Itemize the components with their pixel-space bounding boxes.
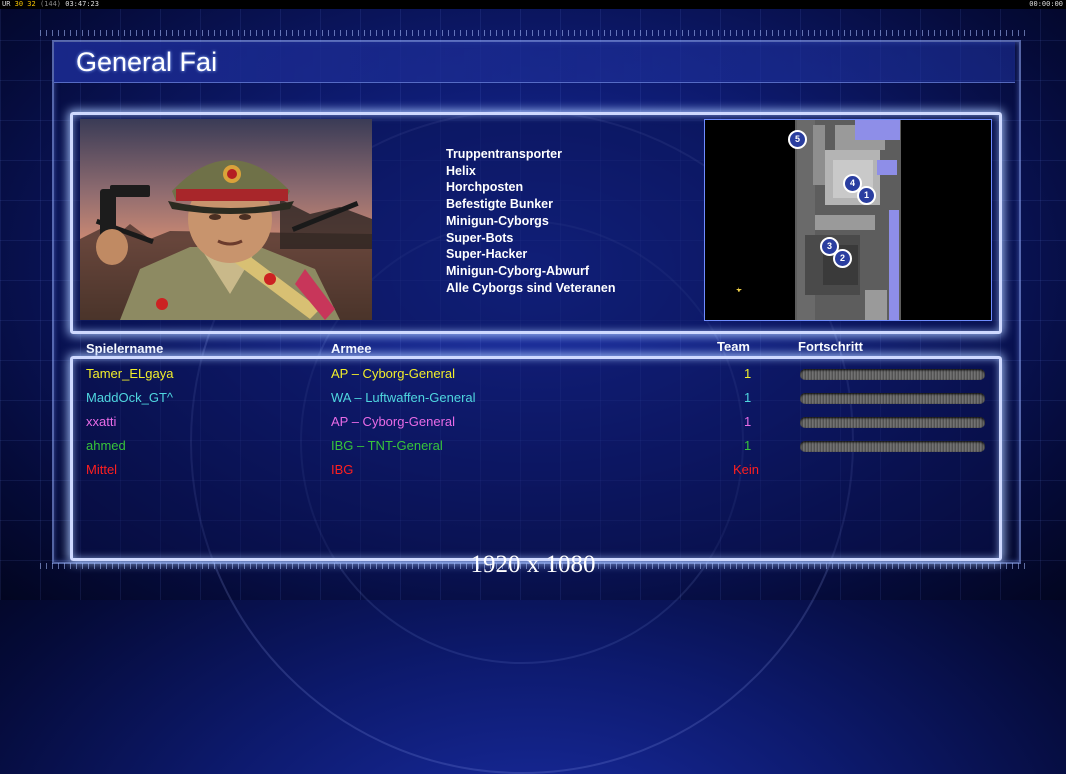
player-row: Tamer_ELgaya AP – Cyborg-General 1 bbox=[0, 366, 1066, 390]
progress-bar bbox=[800, 417, 985, 428]
start-position-marker: 1 bbox=[857, 186, 876, 205]
progress-bar bbox=[800, 393, 985, 404]
player-team: 1 bbox=[744, 414, 752, 429]
player-army: IBG – TNT-General bbox=[331, 438, 443, 453]
column-header-team: Team bbox=[717, 339, 750, 354]
hud-nums: 30 32 bbox=[14, 0, 36, 8]
player-team: Kein bbox=[733, 462, 760, 477]
player-row: ahmed IBG – TNT-General 1 bbox=[0, 438, 1066, 462]
general-title: General Fai bbox=[76, 47, 218, 77]
player-name: xxatti bbox=[86, 414, 117, 429]
player-name: MaddOck_GT^ bbox=[86, 390, 174, 405]
unit-item: Truppentransporter bbox=[446, 147, 562, 161]
unit-item: Befestigte Bunker bbox=[446, 197, 553, 212]
player-army: AP – Cyborg-General bbox=[331, 414, 456, 429]
progress-bar bbox=[800, 369, 985, 380]
hud-bracket: (144) bbox=[39, 0, 62, 8]
general-portrait bbox=[80, 119, 372, 320]
unit-item: Horchposten bbox=[446, 180, 524, 195]
minimap: 5 4 1 3 2 bbox=[704, 119, 992, 321]
unit-item: Minigun-Cyborg-Abwurf bbox=[446, 263, 590, 278]
player-team: 1 bbox=[744, 366, 752, 381]
player-team: 1 bbox=[744, 390, 752, 405]
resolution-label: 1920 x 1080 bbox=[470, 551, 596, 578]
player-army: AP – Cyborg-General bbox=[331, 366, 456, 381]
player-row: xxatti AP – Cyborg-General 1 bbox=[0, 414, 1066, 438]
unit-item: Super-Hacker bbox=[446, 247, 528, 262]
player-name: Mittel bbox=[86, 462, 118, 477]
player-name: Tamer_ELgaya bbox=[86, 366, 174, 381]
player-team: 1 bbox=[744, 438, 752, 453]
hud-right-time: 00:00:00 bbox=[1029, 0, 1063, 8]
player-army: WA – Luftwaffen-General bbox=[331, 390, 476, 405]
start-position-marker: 5 bbox=[788, 130, 807, 149]
hud-left-time: 03:47:23 bbox=[65, 0, 99, 8]
hud-left-readout: UR 30 32 (144) 03:47:23 bbox=[2, 0, 99, 9]
column-header-name: Spielername bbox=[86, 341, 164, 356]
unit-item: Minigun-Cyborgs bbox=[446, 213, 549, 228]
unit-item: Helix bbox=[446, 163, 476, 178]
unit-item: Alle Cyborgs sind Veteranen bbox=[446, 280, 616, 295]
player-row: MaddOck_GT^ WA – Luftwaffen-General 1 bbox=[0, 390, 1066, 414]
hud-prefix: UR bbox=[2, 0, 11, 8]
hud-top-bar: UR 30 32 (144) 03:47:23 00:00:00 bbox=[0, 0, 1066, 9]
column-header-progress: Fortschritt bbox=[798, 339, 863, 354]
ruler-top bbox=[40, 30, 1030, 36]
player-row: Mittel IBG Kein bbox=[0, 462, 1066, 486]
unit-list: Truppentransporter Helix Horchposten Bef… bbox=[446, 146, 616, 296]
player-army: IBG bbox=[331, 462, 354, 477]
player-name: ahmed bbox=[86, 438, 126, 453]
column-header-army: Armee bbox=[331, 341, 372, 356]
start-position-marker: 2 bbox=[833, 249, 852, 268]
unit-item: Super-Bots bbox=[446, 230, 514, 245]
progress-bar bbox=[800, 441, 985, 452]
